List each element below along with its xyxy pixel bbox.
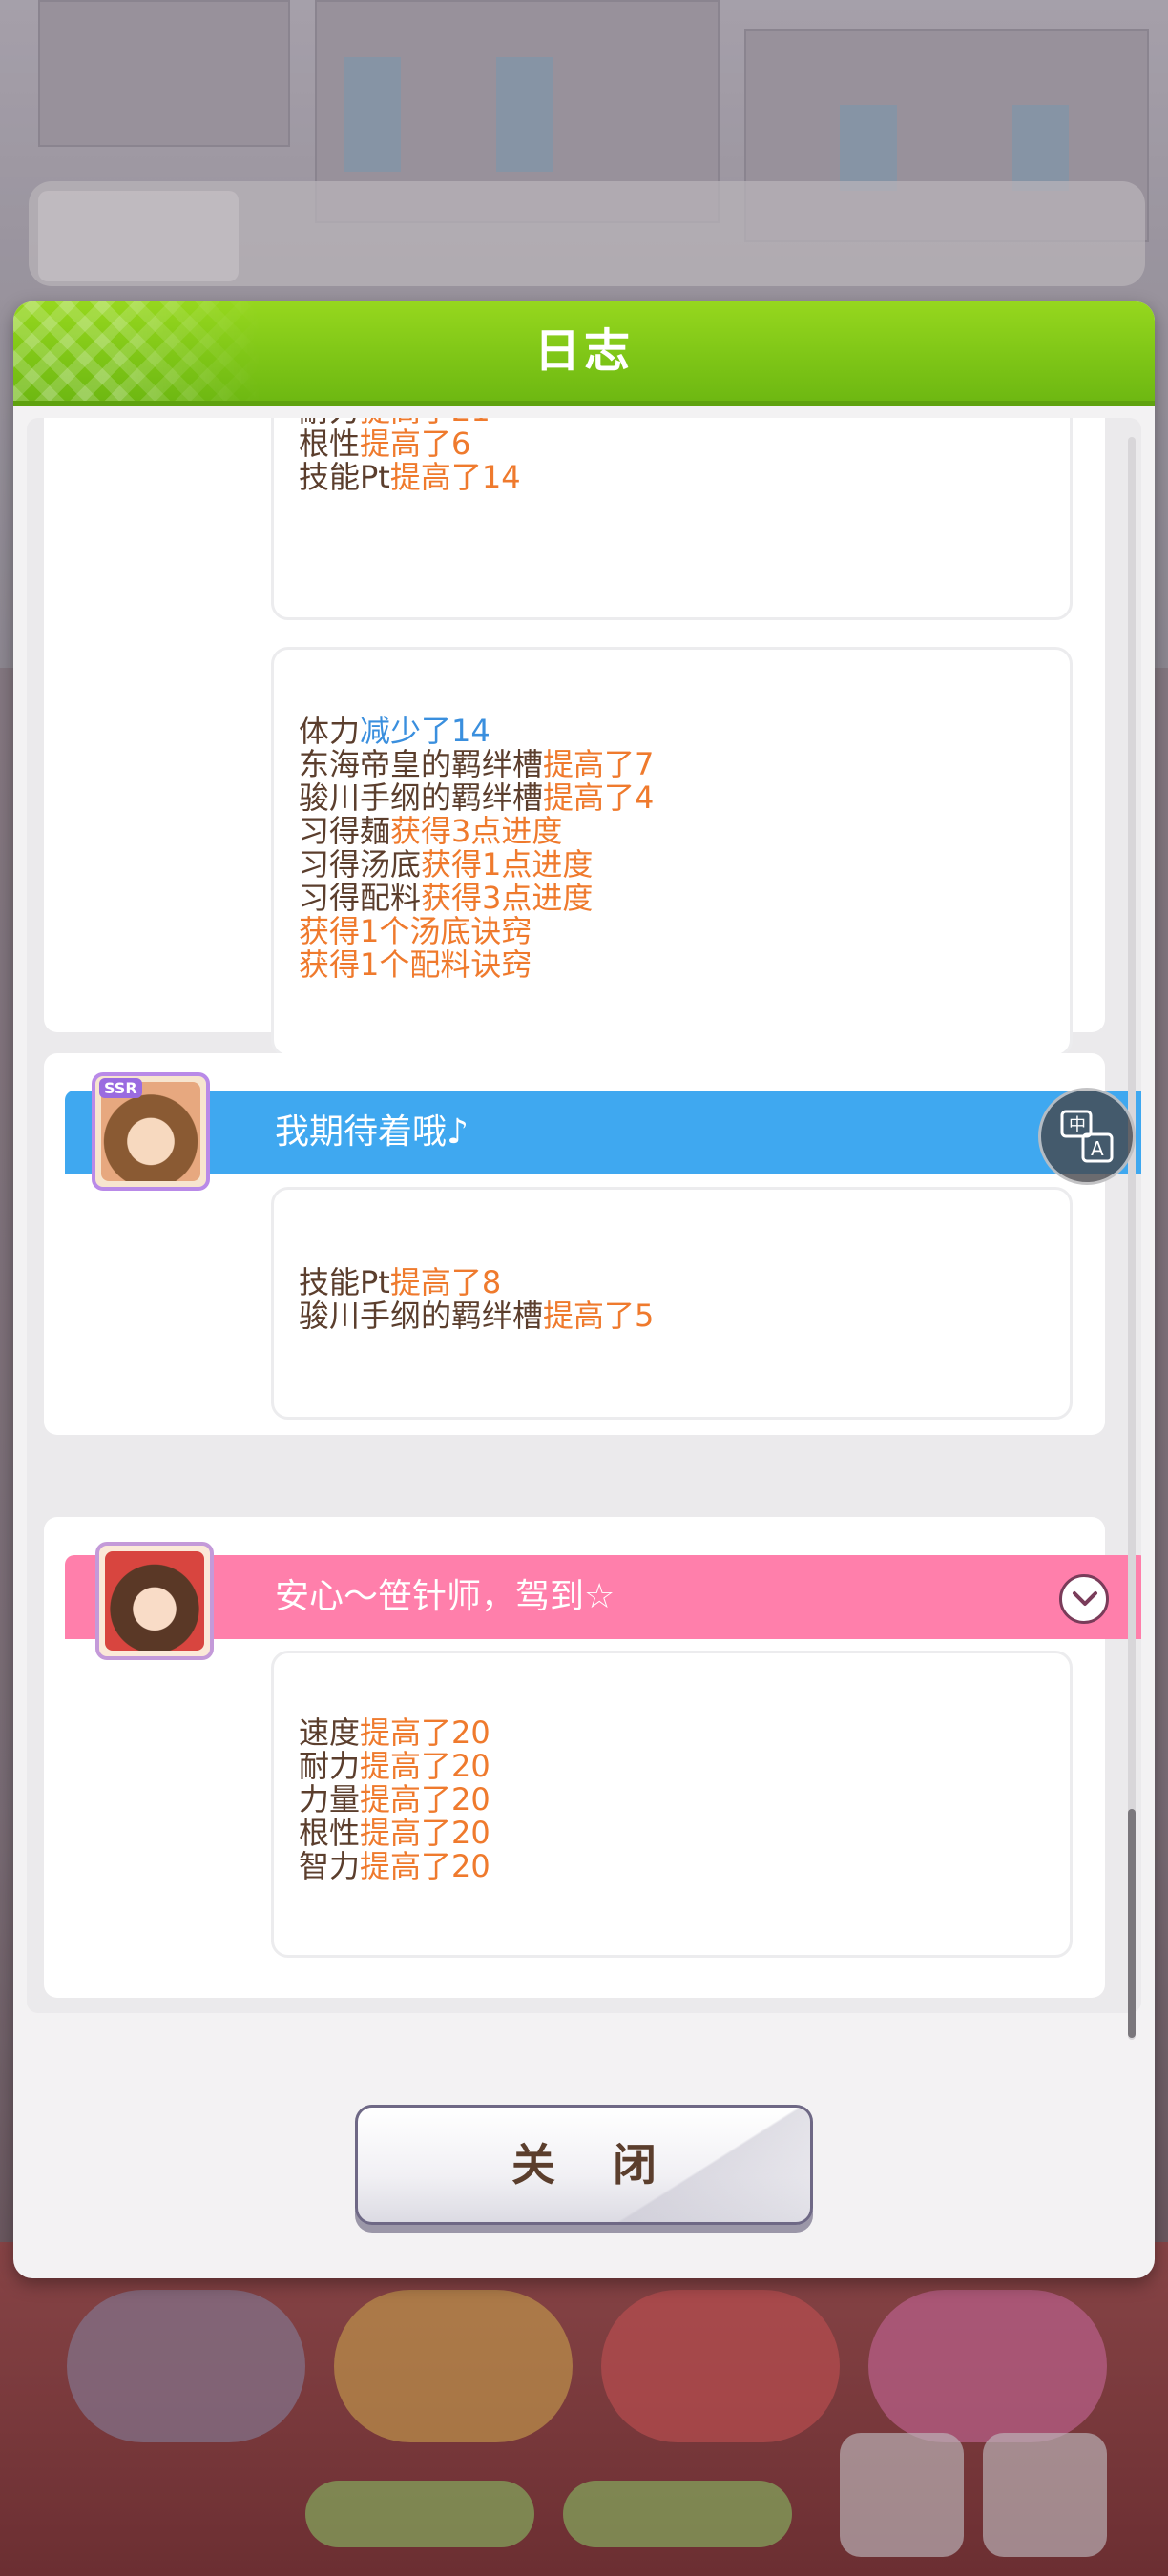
stat-change: 获得1个汤底诀窍 bbox=[299, 913, 532, 949]
stat-change: 减少了14 bbox=[360, 713, 490, 749]
stat-change: 提高了6 bbox=[360, 426, 471, 462]
stat-name: 骏川手纲的羁绊槽 bbox=[299, 779, 544, 816]
translate-icon: 中 A bbox=[1060, 1110, 1114, 1163]
stat-change: 获得3点进度 bbox=[390, 813, 563, 849]
scrollbar-thumb[interactable] bbox=[1128, 1809, 1136, 2038]
log-card: 体力减少了14 东海帝皇的羁绊槽提高了7 骏川手纲的羁绊槽提高了4 习得麺获得3点进度… bbox=[271, 647, 1073, 1057]
log-card: 技能Pt提高了8 骏川手纲的羁绊槽提高了5 bbox=[271, 1187, 1073, 1420]
stat-change: 提高了20 bbox=[360, 1848, 490, 1884]
stat-name: 耐力 bbox=[299, 1748, 361, 1784]
close-button-label: 关 闭 bbox=[511, 2139, 678, 2191]
stat-change-line: 习得麺获得3点进度 bbox=[299, 815, 654, 848]
character-avatar bbox=[95, 1542, 214, 1660]
close-button[interactable]: 关 闭 bbox=[355, 2105, 813, 2225]
stat-name: 力量 bbox=[299, 1781, 361, 1818]
stat-name: 东海帝皇的羁绊槽 bbox=[299, 746, 544, 782]
stat-change-line: 速度提高了20 bbox=[299, 1716, 490, 1750]
scrollbar-track[interactable] bbox=[1128, 437, 1136, 2040]
stat-change: 提高了14 bbox=[389, 459, 521, 495]
stat-name: 技能Pt bbox=[299, 459, 390, 495]
stat-name: 根性 bbox=[299, 1815, 361, 1851]
stat-change-line: 获得1个配料诀窍 bbox=[299, 948, 654, 982]
stat-change-line: 骏川手纲的羁绊槽提高了5 bbox=[299, 1299, 654, 1333]
expand-button[interactable] bbox=[1059, 1574, 1109, 1624]
stat-change-line: 习得汤底获得1点进度 bbox=[299, 848, 654, 882]
stat-change: 获得3点进度 bbox=[421, 880, 594, 916]
stat-change-line: 习得配料获得3点进度 bbox=[299, 882, 654, 915]
stat-change-line: 耐力提高了20 bbox=[299, 1750, 490, 1783]
translate-floating-button[interactable]: 中 A bbox=[1038, 1088, 1136, 1185]
chevron-down-icon bbox=[1073, 1591, 1097, 1606]
stat-change-list: 技能Pt提高了8 骏川手纲的羁绊槽提高了5 bbox=[299, 1266, 654, 1333]
stat-change-line: 根性提高了20 bbox=[299, 1817, 490, 1850]
event-title: 安心～笹针师，驾到☆ bbox=[275, 1577, 615, 1616]
stat-change-line: 东海帝皇的羁绊槽提高了7 bbox=[299, 748, 654, 781]
stat-name: 习得配料 bbox=[299, 880, 422, 916]
dialog-header: 日志 bbox=[13, 301, 1155, 406]
stat-change-line: 骏川手纲的羁绊槽提高了4 bbox=[299, 781, 654, 815]
log-card: 速度提高了20 耐力提高了20 力量提高了20 根性提高了20 智力提高了20 bbox=[271, 1651, 1073, 1958]
stat-name: 骏川手纲的羁绊槽 bbox=[299, 1298, 544, 1334]
stat-name: 体力 bbox=[299, 713, 361, 749]
stat-name: 速度 bbox=[299, 1714, 361, 1751]
event-title: 我期待着哦♪ bbox=[275, 1112, 469, 1152]
support-card-avatar: SSR bbox=[92, 1072, 210, 1191]
stat-change-list: 耐力提高了21根性提高了6技能Pt提高了14 bbox=[299, 418, 521, 494]
stat-change-line: 技能Pt提高了8 bbox=[299, 1266, 654, 1299]
event-title-bar: 安心～笹针师，驾到☆ bbox=[65, 1555, 1141, 1639]
stat-change-line: 智力提高了20 bbox=[299, 1850, 490, 1883]
stat-change-list: 体力减少了14 东海帝皇的羁绊槽提高了7 骏川手纲的羁绊槽提高了4 习得麺获得3点进度… bbox=[299, 715, 654, 982]
svg-text:A: A bbox=[1091, 1137, 1104, 1160]
stat-name: 习得麺 bbox=[299, 813, 391, 849]
stat-change: 提高了7 bbox=[543, 746, 655, 782]
log-scroll-area[interactable]: 耐力提高了21根性提高了6技能Pt提高了14 体力减少了14东海帝皇的羁绊槽提高… bbox=[27, 418, 1141, 2013]
stat-change: 提高了4 bbox=[543, 779, 655, 816]
stat-name: 根性 bbox=[299, 426, 361, 462]
stat-change-line: 技能Pt提高了14 bbox=[299, 461, 521, 494]
stat-change: 提高了20 bbox=[360, 1781, 490, 1818]
log-entry-panel: 耐力提高了21根性提高了6技能Pt提高了14 体力减少了14东海帝皇的羁绊槽提高… bbox=[44, 418, 1105, 1057]
stat-change: 提高了8 bbox=[389, 1264, 502, 1300]
rarity-badge: SSR bbox=[99, 1078, 142, 1098]
event-title-bar: 我期待着哦♪ bbox=[65, 1091, 1141, 1174]
stat-change: 获得1点进度 bbox=[421, 846, 594, 883]
stat-change: 提高了20 bbox=[360, 1748, 490, 1784]
log-card: 耐力提高了21根性提高了6技能Pt提高了14 bbox=[271, 418, 1073, 620]
stat-change-line: 体力减少了14 bbox=[299, 715, 654, 748]
stat-change: 获得1个配料诀窍 bbox=[299, 946, 532, 983]
stat-change-line: 根性提高了6 bbox=[299, 427, 521, 461]
stat-name: 习得汤底 bbox=[299, 846, 422, 883]
stat-change-list: 速度提高了20 耐力提高了20 力量提高了20 根性提高了20 智力提高了20 bbox=[299, 1716, 490, 1883]
log-dialog: 日志 耐力提高了21根性提高了6技能Pt提高了14 体力减少了14东海帝皇的羁绊… bbox=[13, 301, 1155, 2278]
stat-name: 技能Pt bbox=[299, 1264, 390, 1300]
stat-name: 智力 bbox=[299, 1848, 361, 1884]
stat-change-line: 获得1个汤底诀窍 bbox=[299, 915, 654, 948]
dialog-title: 日志 bbox=[533, 324, 634, 378]
svg-text:中: 中 bbox=[1069, 1115, 1086, 1135]
stat-change: 提高了5 bbox=[543, 1298, 655, 1334]
stat-change: 提高了20 bbox=[360, 1714, 490, 1751]
stat-change-line: 力量提高了20 bbox=[299, 1783, 490, 1817]
stat-change: 提高了20 bbox=[360, 1815, 490, 1851]
